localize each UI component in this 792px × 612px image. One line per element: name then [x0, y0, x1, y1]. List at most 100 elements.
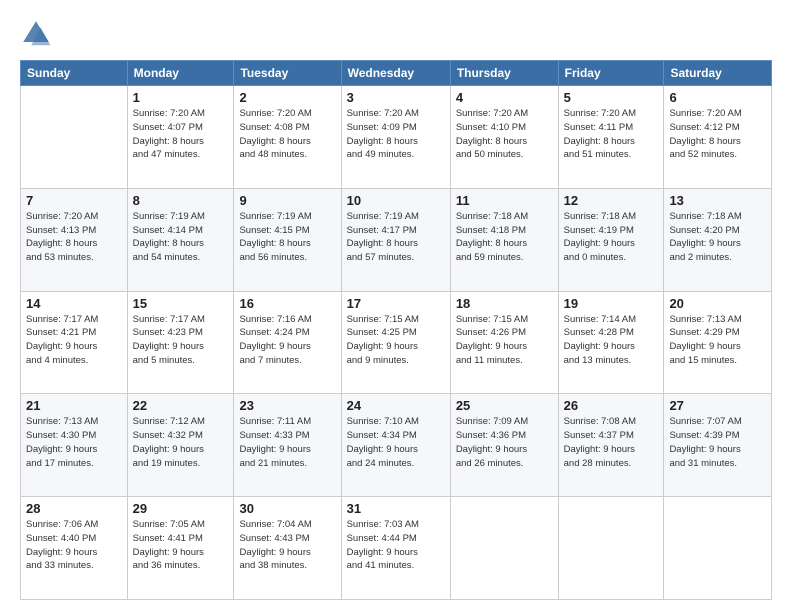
calendar-cell: 13 Sunrise: 7:18 AM Sunset: 4:20 PM Dayli… — [664, 188, 772, 291]
day-number: 14 — [26, 296, 122, 311]
day-info: Sunrise: 7:06 AM Sunset: 4:40 PM Dayligh… — [26, 518, 122, 573]
calendar-cell: 10 Sunrise: 7:19 AM Sunset: 4:17 PM Dayli… — [341, 188, 450, 291]
weekday-header-wednesday: Wednesday — [341, 61, 450, 86]
day-number: 9 — [239, 193, 335, 208]
calendar-cell: 8 Sunrise: 7:19 AM Sunset: 4:14 PM Daylig… — [127, 188, 234, 291]
calendar-cell: 28 Sunrise: 7:06 AM Sunset: 4:40 PM Dayli… — [21, 497, 128, 600]
day-info: Sunrise: 7:19 AM Sunset: 4:17 PM Dayligh… — [347, 210, 445, 265]
calendar-cell: 26 Sunrise: 7:08 AM Sunset: 4:37 PM Dayli… — [558, 394, 664, 497]
day-number: 18 — [456, 296, 553, 311]
day-info: Sunrise: 7:20 AM Sunset: 4:07 PM Dayligh… — [133, 107, 229, 162]
calendar-cell — [21, 86, 128, 189]
day-number: 24 — [347, 398, 445, 413]
header — [20, 18, 772, 50]
day-number: 5 — [564, 90, 659, 105]
calendar-cell: 22Sunrise: 7:12 AM Sunset: 4:32 PM Dayli… — [127, 394, 234, 497]
day-info: Sunrise: 7:19 AM Sunset: 4:14 PM Dayligh… — [133, 210, 229, 265]
day-info: Sunrise: 7:08 AM Sunset: 4:37 PM Dayligh… — [564, 415, 659, 470]
day-number: 3 — [347, 90, 445, 105]
day-number: 30 — [239, 501, 335, 516]
calendar-cell: 17 Sunrise: 7:15 AM Sunset: 4:25 PM Dayli… — [341, 291, 450, 394]
calendar-cell: 19Sunrise: 7:14 AM Sunset: 4:28 PM Dayli… — [558, 291, 664, 394]
day-info: Sunrise: 7:20 AM Sunset: 4:10 PM Dayligh… — [456, 107, 553, 162]
page: SundayMondayTuesdayWednesdayThursdayFrid… — [0, 0, 792, 612]
day-number: 7 — [26, 193, 122, 208]
calendar-week-row: 21 Sunrise: 7:13 AM Sunset: 4:30 PM Dayli… — [21, 394, 772, 497]
day-number: 16 — [239, 296, 335, 311]
day-number: 1 — [133, 90, 229, 105]
calendar-cell: 30 Sunrise: 7:04 AM Sunset: 4:43 PM Dayli… — [234, 497, 341, 600]
weekday-header-saturday: Saturday — [664, 61, 772, 86]
calendar-cell: 6 Sunrise: 7:20 AM Sunset: 4:12 PM Daylig… — [664, 86, 772, 189]
day-number: 23 — [239, 398, 335, 413]
day-info: Sunrise: 7:05 AM Sunset: 4:41 PM Dayligh… — [133, 518, 229, 573]
calendar-cell: 12 Sunrise: 7:18 AM Sunset: 4:19 PM Dayli… — [558, 188, 664, 291]
day-number: 17 — [347, 296, 445, 311]
calendar-cell: 15 Sunrise: 7:17 AM Sunset: 4:23 PM Dayli… — [127, 291, 234, 394]
day-info: Sunrise: 7:18 AM Sunset: 4:20 PM Dayligh… — [669, 210, 766, 265]
calendar-cell — [558, 497, 664, 600]
day-number: 26 — [564, 398, 659, 413]
calendar-week-row: 14Sunrise: 7:17 AM Sunset: 4:21 PM Dayli… — [21, 291, 772, 394]
day-info: Sunrise: 7:20 AM Sunset: 4:08 PM Dayligh… — [239, 107, 335, 162]
day-info: Sunrise: 7:04 AM Sunset: 4:43 PM Dayligh… — [239, 518, 335, 573]
calendar-cell: 7 Sunrise: 7:20 AM Sunset: 4:13 PM Daylig… — [21, 188, 128, 291]
calendar-cell — [450, 497, 558, 600]
day-info: Sunrise: 7:20 AM Sunset: 4:13 PM Dayligh… — [26, 210, 122, 265]
logo — [20, 18, 58, 50]
day-info: Sunrise: 7:09 AM Sunset: 4:36 PM Dayligh… — [456, 415, 553, 470]
calendar-cell: 16 Sunrise: 7:16 AM Sunset: 4:24 PM Dayli… — [234, 291, 341, 394]
calendar-week-row: 1 Sunrise: 7:20 AM Sunset: 4:07 PM Daylig… — [21, 86, 772, 189]
day-info: Sunrise: 7:19 AM Sunset: 4:15 PM Dayligh… — [239, 210, 335, 265]
day-number: 6 — [669, 90, 766, 105]
weekday-header-monday: Monday — [127, 61, 234, 86]
calendar-cell — [664, 497, 772, 600]
day-number: 2 — [239, 90, 335, 105]
calendar-cell: 20Sunrise: 7:13 AM Sunset: 4:29 PM Dayli… — [664, 291, 772, 394]
calendar-cell: 31Sunrise: 7:03 AM Sunset: 4:44 PM Dayli… — [341, 497, 450, 600]
day-info: Sunrise: 7:15 AM Sunset: 4:25 PM Dayligh… — [347, 313, 445, 368]
calendar-cell: 14Sunrise: 7:17 AM Sunset: 4:21 PM Dayli… — [21, 291, 128, 394]
day-info: Sunrise: 7:07 AM Sunset: 4:39 PM Dayligh… — [669, 415, 766, 470]
calendar-cell: 23 Sunrise: 7:11 AM Sunset: 4:33 PM Dayli… — [234, 394, 341, 497]
calendar-cell: 18 Sunrise: 7:15 AM Sunset: 4:26 PM Dayli… — [450, 291, 558, 394]
day-number: 28 — [26, 501, 122, 516]
day-info: Sunrise: 7:13 AM Sunset: 4:30 PM Dayligh… — [26, 415, 122, 470]
calendar-cell: 21 Sunrise: 7:13 AM Sunset: 4:30 PM Dayli… — [21, 394, 128, 497]
day-info: Sunrise: 7:20 AM Sunset: 4:11 PM Dayligh… — [564, 107, 659, 162]
day-info: Sunrise: 7:20 AM Sunset: 4:12 PM Dayligh… — [669, 107, 766, 162]
day-number: 27 — [669, 398, 766, 413]
day-number: 21 — [26, 398, 122, 413]
weekday-header-thursday: Thursday — [450, 61, 558, 86]
calendar-cell: 5 Sunrise: 7:20 AM Sunset: 4:11 PM Daylig… — [558, 86, 664, 189]
weekday-header-tuesday: Tuesday — [234, 61, 341, 86]
day-info: Sunrise: 7:17 AM Sunset: 4:23 PM Dayligh… — [133, 313, 229, 368]
day-info: Sunrise: 7:03 AM Sunset: 4:44 PM Dayligh… — [347, 518, 445, 573]
day-number: 10 — [347, 193, 445, 208]
day-info: Sunrise: 7:11 AM Sunset: 4:33 PM Dayligh… — [239, 415, 335, 470]
day-info: Sunrise: 7:18 AM Sunset: 4:18 PM Dayligh… — [456, 210, 553, 265]
day-info: Sunrise: 7:15 AM Sunset: 4:26 PM Dayligh… — [456, 313, 553, 368]
day-number: 20 — [669, 296, 766, 311]
calendar-cell: 1 Sunrise: 7:20 AM Sunset: 4:07 PM Daylig… — [127, 86, 234, 189]
calendar-cell: 11Sunrise: 7:18 AM Sunset: 4:18 PM Dayli… — [450, 188, 558, 291]
day-number: 12 — [564, 193, 659, 208]
day-info: Sunrise: 7:12 AM Sunset: 4:32 PM Dayligh… — [133, 415, 229, 470]
calendar-cell: 24 Sunrise: 7:10 AM Sunset: 4:34 PM Dayli… — [341, 394, 450, 497]
calendar-cell: 25 Sunrise: 7:09 AM Sunset: 4:36 PM Dayli… — [450, 394, 558, 497]
day-info: Sunrise: 7:10 AM Sunset: 4:34 PM Dayligh… — [347, 415, 445, 470]
day-number: 8 — [133, 193, 229, 208]
weekday-header-sunday: Sunday — [21, 61, 128, 86]
day-number: 15 — [133, 296, 229, 311]
day-info: Sunrise: 7:16 AM Sunset: 4:24 PM Dayligh… — [239, 313, 335, 368]
calendar-cell: 2 Sunrise: 7:20 AM Sunset: 4:08 PM Daylig… — [234, 86, 341, 189]
day-number: 13 — [669, 193, 766, 208]
calendar-week-row: 7 Sunrise: 7:20 AM Sunset: 4:13 PM Daylig… — [21, 188, 772, 291]
calendar-cell: 9 Sunrise: 7:19 AM Sunset: 4:15 PM Daylig… — [234, 188, 341, 291]
day-number: 4 — [456, 90, 553, 105]
calendar-body: 1 Sunrise: 7:20 AM Sunset: 4:07 PM Daylig… — [21, 86, 772, 600]
day-info: Sunrise: 7:18 AM Sunset: 4:19 PM Dayligh… — [564, 210, 659, 265]
day-number: 19 — [564, 296, 659, 311]
day-number: 25 — [456, 398, 553, 413]
calendar-week-row: 28 Sunrise: 7:06 AM Sunset: 4:40 PM Dayli… — [21, 497, 772, 600]
